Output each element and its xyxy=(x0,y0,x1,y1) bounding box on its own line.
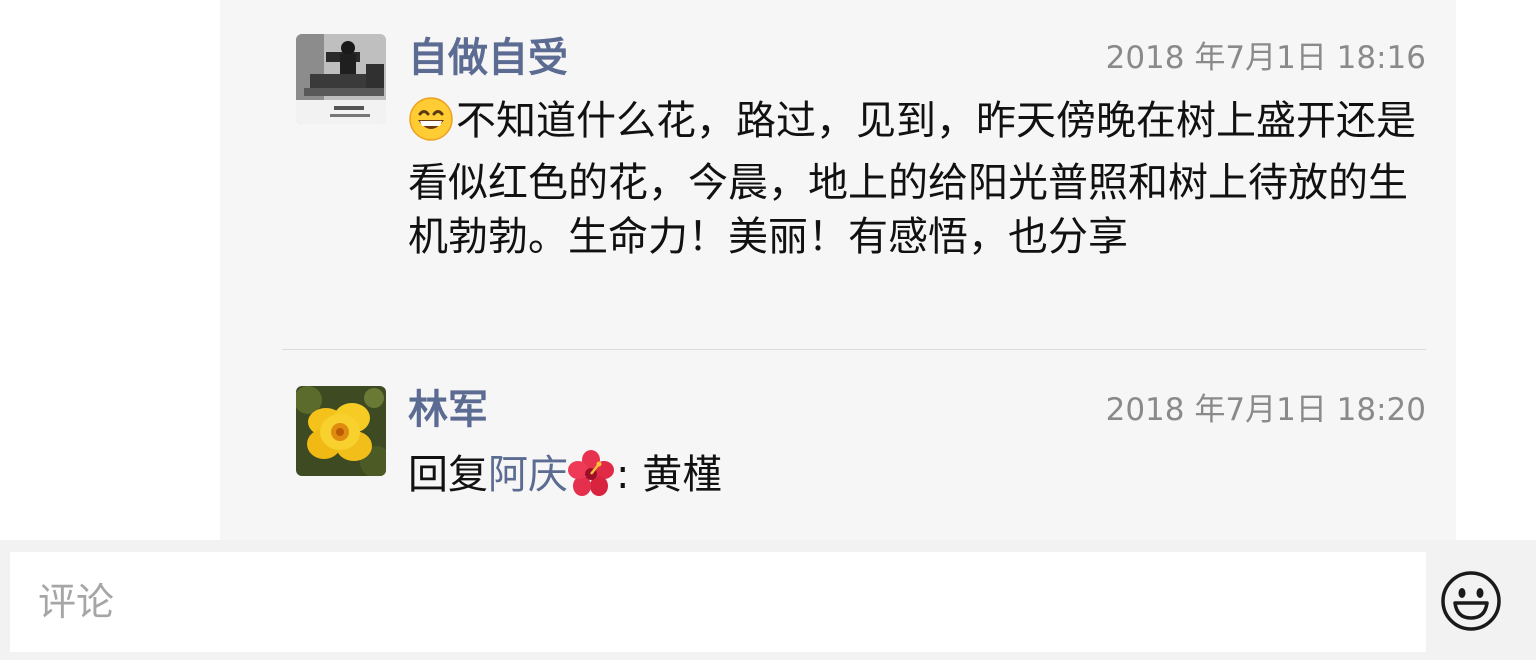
comment-item: 林军 2018 年7月1日 18:20 回复阿庆 : 黄槿 xyxy=(296,386,1426,506)
reply-to-user[interactable]: 阿庆 xyxy=(488,452,568,498)
comment-author[interactable]: 林军 xyxy=(408,386,488,434)
avatar[interactable] xyxy=(296,34,386,124)
comment-input[interactable] xyxy=(10,552,1426,652)
divider xyxy=(282,349,1426,350)
comment-text-content: 不知道什么花，路过，见到，昨天傍晚在树上盛开还是看似红色的花，今晨，地上的给阳光… xyxy=(408,98,1416,260)
comment-text: 不知道什么花，路过，见到，昨天傍晚在树上盛开还是看似红色的花，今晨，地上的给阳光… xyxy=(408,94,1418,264)
grinning-face-emoji-icon xyxy=(408,96,454,156)
smiley-face-icon xyxy=(1441,571,1501,631)
reply-separator: : xyxy=(616,452,630,498)
avatar[interactable] xyxy=(296,386,386,476)
comment-item: 自做自受 2018 年7月1日 18:16 不知道什么花，路过，见到，昨天傍晚在… xyxy=(296,34,1426,324)
reply-prefix: 回复 xyxy=(408,452,488,498)
comment-time: 2018 年7月1日 18:20 xyxy=(1105,392,1426,428)
comments-panel: 自做自受 2018 年7月1日 18:16 不知道什么花，路过，见到，昨天傍晚在… xyxy=(220,0,1456,540)
hibiscus-emoji-icon xyxy=(568,450,614,510)
emoji-button[interactable] xyxy=(1440,570,1502,632)
comment-time: 2018 年7月1日 18:16 xyxy=(1105,40,1426,76)
comment-text: 回复阿庆 : 黄槿 xyxy=(408,448,1418,510)
comment-input-bar xyxy=(0,540,1536,660)
black-white-photo-avatar-icon xyxy=(296,34,386,124)
yellow-flower-avatar-icon xyxy=(296,386,386,476)
comment-author[interactable]: 自做自受 xyxy=(408,34,568,82)
comment-text-content: 黄槿 xyxy=(642,452,723,498)
